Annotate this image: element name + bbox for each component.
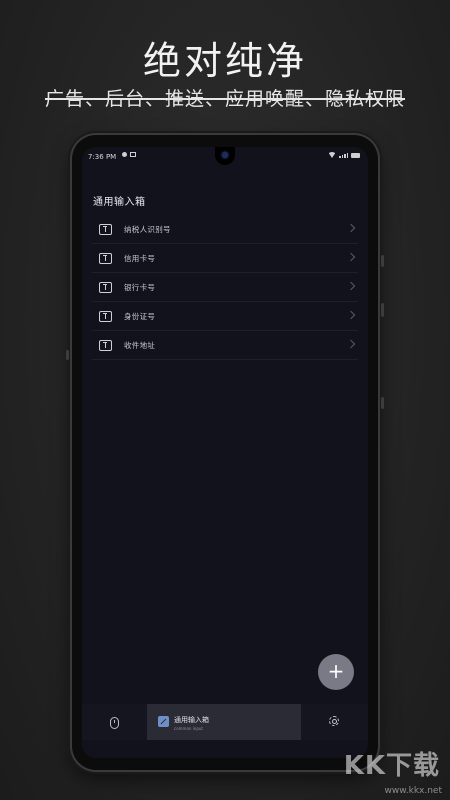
- input-box-icon: [99, 252, 112, 264]
- camera-notch: [215, 147, 235, 165]
- phone-frame: 7:36 PM 通用输入箱 纳税人识别号 信用卡号 银行卡号 身份证号 收件地址…: [66, 135, 384, 770]
- phone-side-button: [381, 255, 384, 267]
- chevron-right-icon: [346, 252, 356, 262]
- chevron-right-icon: [346, 339, 356, 349]
- front-camera-icon: [222, 152, 228, 158]
- nav-input-box-tab[interactable]: 通用输入箱 common input: [147, 704, 301, 740]
- input-box-icon: [99, 339, 112, 351]
- list-item-id-number[interactable]: 身份证号: [92, 302, 358, 331]
- mouse-icon: [110, 717, 119, 729]
- phone-screen: 7:36 PM 通用输入箱 纳税人识别号 信用卡号 银行卡号 身份证号 收件地址…: [82, 147, 368, 758]
- list-item-label: 身份证号: [124, 311, 156, 321]
- subline: 广告、后台、推送、应用唤醒、隐私权限: [44, 88, 405, 110]
- input-box-icon: [99, 281, 112, 293]
- notification-icon: [130, 152, 136, 157]
- chevron-right-icon: [346, 310, 356, 320]
- input-box-icon: [99, 223, 112, 235]
- edit-icon: [158, 716, 169, 727]
- phone-side-button: [66, 350, 69, 360]
- add-item-button[interactable]: +: [318, 654, 354, 690]
- watermark-logo: KK下载: [343, 751, 440, 781]
- chevron-right-icon: [346, 281, 356, 291]
- signal-icon: [339, 153, 348, 158]
- watermark-url: www.kkx.net: [384, 786, 443, 796]
- input-list: 纳税人识别号 信用卡号 银行卡号 身份证号 收件地址: [92, 215, 358, 360]
- list-item-label: 纳税人识别号: [124, 224, 171, 234]
- nav-active-title: 通用输入箱: [174, 716, 209, 724]
- phone-side-button: [381, 303, 384, 317]
- status-icons-right: [328, 152, 360, 158]
- status-time: 7:36 PM: [88, 153, 117, 161]
- list-item-label: 收件地址: [124, 340, 156, 350]
- bottom-nav: 通用输入箱 common input: [82, 704, 368, 740]
- promo-screenshot: 绝对纯净 广告、后台、推送、应用唤醒、隐私权限 7:36 PM 通用输入箱 纳税…: [0, 0, 450, 800]
- phone-side-button: [381, 397, 384, 409]
- app-title: 通用输入箱: [93, 197, 146, 208]
- list-item-shipping-address[interactable]: 收件地址: [92, 331, 358, 360]
- gear-icon[interactable]: [329, 716, 339, 726]
- list-item-label: 信用卡号: [124, 253, 156, 263]
- list-item-label: 银行卡号: [124, 282, 156, 292]
- battery-icon: [351, 153, 360, 158]
- input-box-icon: [99, 310, 112, 322]
- list-item-tax-id[interactable]: 纳税人识别号: [92, 215, 358, 244]
- list-item-bank-card[interactable]: 银行卡号: [92, 273, 358, 302]
- chevron-right-icon: [346, 223, 356, 233]
- status-bar: 7:36 PM: [82, 147, 368, 167]
- wifi-icon: [328, 152, 336, 158]
- nav-active-subtitle: common input: [174, 726, 203, 731]
- list-item-credit-card[interactable]: 信用卡号: [92, 244, 358, 273]
- headline: 绝对纯净: [142, 39, 307, 83]
- gesture-bar: [82, 740, 368, 758]
- notification-icon: [122, 152, 127, 157]
- status-icons-left: [122, 152, 136, 157]
- nav-mouse-tab[interactable]: [82, 704, 147, 740]
